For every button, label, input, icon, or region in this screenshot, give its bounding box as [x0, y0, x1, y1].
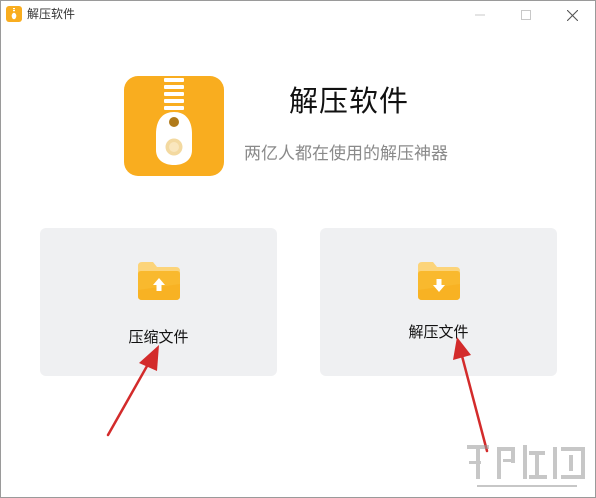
- compress-files-label: 压缩文件: [128, 328, 189, 346]
- app-icon: [6, 6, 22, 22]
- folder-download-icon: [418, 262, 460, 300]
- maximize-button[interactable]: [503, 1, 549, 29]
- app-window: 解压软件 解压软件 两亿人都在使用的解压神器 压缩文件 解压文件: [0, 0, 596, 498]
- extract-files-button[interactable]: 解压文件: [320, 228, 557, 376]
- window-title: 解压软件: [27, 7, 76, 21]
- close-icon: [566, 9, 578, 21]
- hero-title: 解压软件: [289, 84, 410, 118]
- maximize-icon: [521, 10, 531, 20]
- minimize-button[interactable]: [457, 1, 503, 29]
- close-button[interactable]: [549, 1, 595, 29]
- zipper-icon: [124, 76, 224, 176]
- title-bar[interactable]: 解压软件: [1, 1, 595, 29]
- minimize-icon: [475, 14, 485, 16]
- hero-subtitle: 两亿人都在使用的解压神器: [244, 144, 448, 164]
- watermark-logo: [467, 445, 585, 487]
- extract-files-label: 解压文件: [408, 323, 469, 341]
- folder-upload-icon: [138, 262, 180, 300]
- compress-files-button[interactable]: 压缩文件: [40, 228, 277, 376]
